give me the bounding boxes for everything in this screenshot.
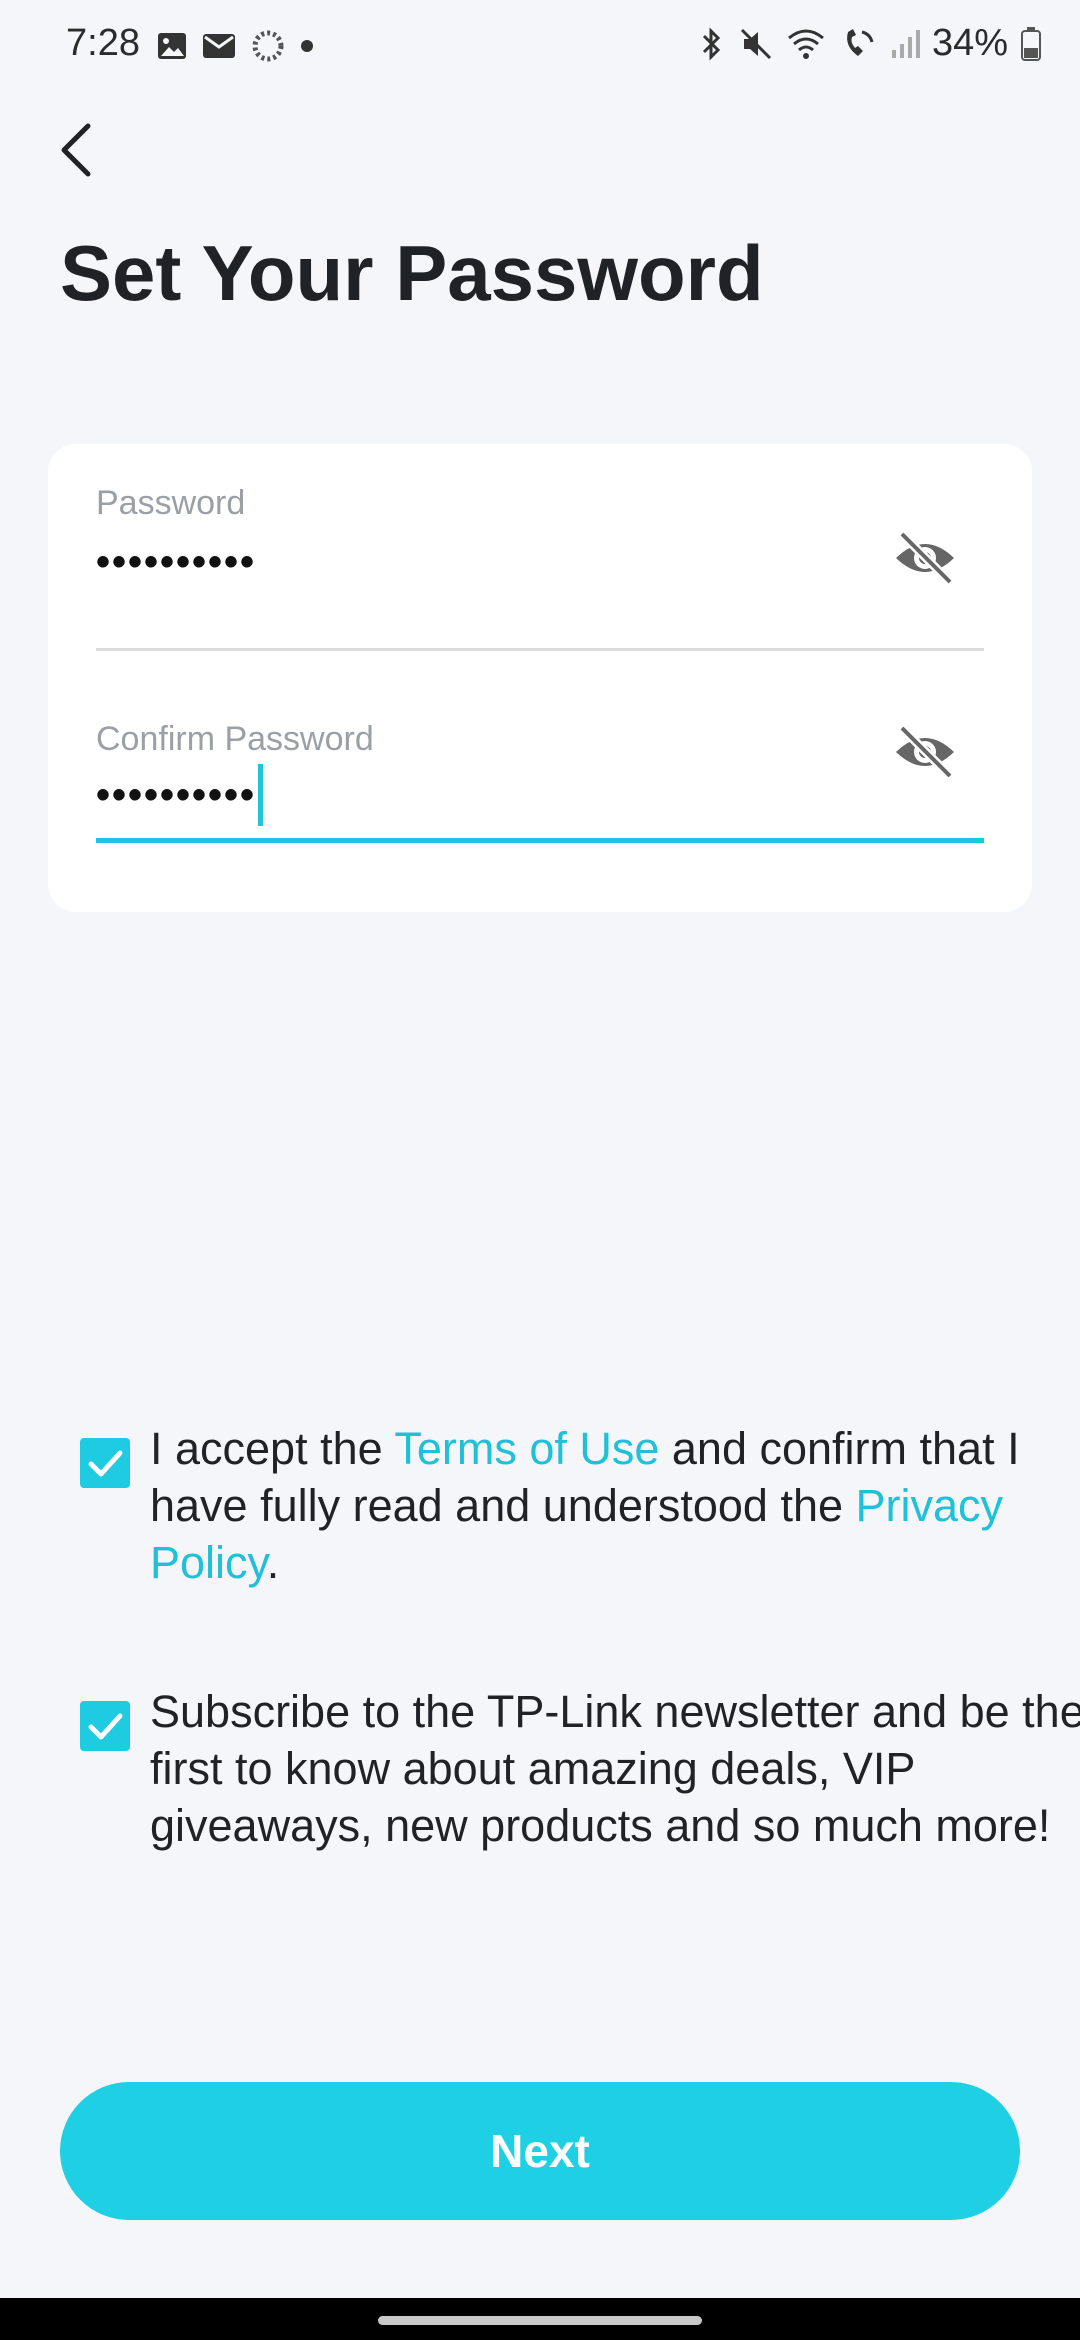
password-visibility-toggle[interactable]	[890, 528, 960, 588]
checkmark-icon	[88, 1450, 123, 1477]
status-bar: 7:28 34%	[0, 0, 1080, 96]
password-card: Password •••••••••• Confirm Password •••…	[48, 444, 1032, 912]
battery-percent: 34%	[931, 22, 1008, 64]
confirm-password-input[interactable]: ••••••••••	[96, 773, 256, 818]
navigation-bar	[0, 2298, 1080, 2340]
sync-icon	[250, 28, 286, 64]
page-title: Set Your Password	[60, 229, 764, 317]
confirm-password-underline	[96, 838, 984, 843]
terms-consent-row: I accept the Terms of Use and confirm th…	[80, 1420, 1020, 1600]
eye-off-icon	[896, 530, 954, 586]
password-label: Password	[96, 484, 246, 522]
confirm-password-label: Confirm Password	[96, 720, 374, 758]
newsletter-consent-row: Subscribe to the TP-Link newsletter and …	[80, 1683, 1080, 1923]
bluetooth-icon	[696, 26, 726, 62]
terms-checkbox[interactable]	[80, 1438, 130, 1488]
terms-text-after: .	[266, 1537, 280, 1588]
signal-icon	[890, 28, 920, 60]
eye-off-icon	[896, 724, 954, 780]
back-button[interactable]	[50, 120, 110, 180]
confirm-password-input-wrap[interactable]: ••••••••••	[96, 764, 264, 826]
password-underline	[96, 648, 984, 651]
dot-icon	[300, 39, 314, 53]
mute-icon	[738, 26, 774, 62]
chevron-left-icon	[61, 123, 91, 177]
next-button[interactable]: Next	[60, 2082, 1020, 2220]
terms-text-before: I accept the	[150, 1423, 395, 1474]
terms-of-use-link[interactable]: Terms of Use	[394, 1423, 659, 1474]
status-left-icons	[156, 28, 314, 64]
newsletter-text: Subscribe to the TP-Link newsletter and …	[150, 1686, 1080, 1851]
status-right: 34%	[696, 22, 1042, 65]
checkmark-icon	[88, 1713, 123, 1740]
confirm-password-visibility-toggle[interactable]	[890, 722, 960, 782]
wifi-icon	[786, 26, 826, 62]
battery-icon	[1020, 26, 1042, 62]
password-input[interactable]: ••••••••••	[96, 540, 256, 585]
newsletter-checkbox[interactable]	[80, 1701, 130, 1751]
password-field[interactable]: Password ••••••••••	[96, 484, 984, 654]
gallery-icon	[156, 30, 188, 62]
terms-text: I accept the Terms of Use and confirm th…	[150, 1420, 1080, 1591]
confirm-password-field[interactable]: Confirm Password ••••••••••	[96, 720, 984, 890]
text-cursor	[258, 764, 264, 826]
wifi-call-icon	[838, 26, 878, 62]
home-indicator[interactable]	[378, 2316, 702, 2325]
status-time: 7:28	[66, 22, 140, 64]
mail-icon	[202, 32, 236, 60]
